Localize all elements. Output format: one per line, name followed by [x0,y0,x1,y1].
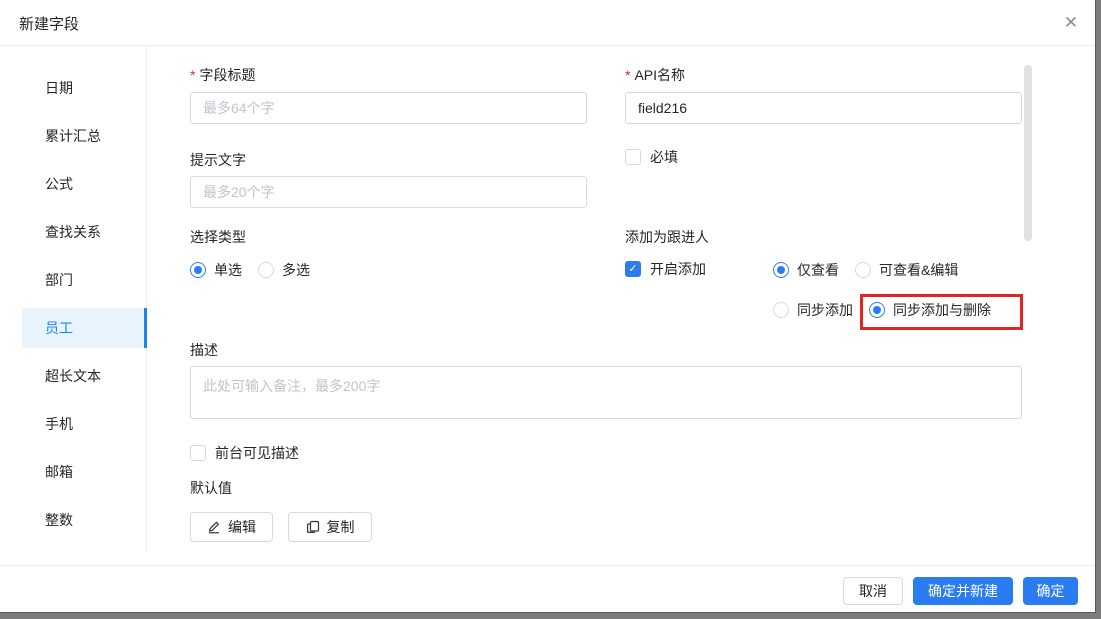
hint-text-label: 提示文字 [190,150,246,170]
hint-text-input[interactable] [190,176,587,208]
radio-option-label: 多选 [282,260,310,280]
confirm-and-new-button[interactable]: 确定并新建 [913,577,1013,605]
sidebar-item[interactable]: 超长文本 [22,356,147,396]
scrollbar-thumb[interactable] [1024,65,1032,241]
select-type-radio-group: 单选 多选 [190,260,326,280]
radio-selected-icon [773,262,789,278]
description-textarea[interactable] [190,366,1022,419]
checkbox-checked-icon[interactable]: ✓ [625,261,641,277]
api-name-label: *API名称 [625,65,685,85]
pencil-icon [207,520,221,534]
api-name-input[interactable] [625,92,1022,124]
add-follower-label: 添加为跟进人 [625,227,709,247]
field-title-input[interactable] [190,92,587,124]
field-type-sidebar: 日期累计汇总公式查找关系部门员工超长文本手机邮箱整数 [0,46,147,552]
sidebar-item[interactable]: 查找关系 [22,212,147,252]
dialog-title: 新建字段 [19,13,79,34]
radio-option-label: 仅查看 [797,260,839,280]
select-type-label: 选择类型 [190,227,246,247]
sidebar-item[interactable]: 公式 [22,164,147,204]
sidebar-item[interactable]: 部门 [22,260,147,300]
copy-button-label: 复制 [327,517,355,537]
enable-add-checkbox-row[interactable]: ✓ 开启添加 [625,259,706,279]
follower-permission-radio-group: 仅查看 可查看&编辑 [773,260,974,280]
checkbox-label: 必填 [650,147,678,167]
checkbox-unchecked-icon[interactable]: ✓ [190,445,206,461]
required-checkbox-row[interactable]: ✓ 必填 [625,147,678,167]
confirm-button[interactable]: 确定 [1023,577,1078,605]
sidebar-item[interactable]: 邮箱 [22,452,147,492]
close-icon[interactable]: ✕ [1058,10,1084,36]
field-title-label: *字段标题 [190,65,255,85]
radio-unselected-icon [258,262,274,278]
default-value-label: 默认值 [190,478,232,498]
copy-default-button[interactable]: 复制 [288,512,372,542]
edit-default-button[interactable]: 编辑 [190,512,273,542]
sidebar-item[interactable]: 员工 [22,308,147,348]
required-asterisk: * [190,67,195,83]
copy-icon [306,520,320,534]
annotation-highlight-box [860,294,1023,330]
required-asterisk: * [625,67,630,83]
cancel-button[interactable]: 取消 [843,577,903,605]
radio-option-label: 可查看&编辑 [879,260,958,280]
radio-selected-icon [190,262,206,278]
sidebar-item[interactable]: 整数 [22,500,147,540]
sidebar-item[interactable]: 累计汇总 [22,116,147,156]
checkbox-label: 开启添加 [650,259,706,279]
radio-option[interactable]: 单选 [190,260,242,280]
radio-unselected-icon [773,302,789,318]
description-label: 描述 [190,340,218,360]
new-field-dialog: 新建字段 ✕ 日期累计汇总公式查找关系部门员工超长文本手机邮箱整数 *字段标题 … [0,0,1096,613]
footer-divider [0,565,1095,566]
checkbox-unchecked-icon[interactable]: ✓ [625,149,641,165]
screen: 新建字段 ✕ 日期累计汇总公式查找关系部门员工超长文本手机邮箱整数 *字段标题 … [0,0,1101,619]
sidebar-item[interactable]: 手机 [22,404,147,444]
sidebar-item[interactable]: 日期 [22,68,147,108]
checkbox-label: 前台可见描述 [215,443,299,463]
radio-option-label: 单选 [214,260,242,280]
edit-button-label: 编辑 [228,517,256,537]
radio-option[interactable]: 多选 [258,260,310,280]
dialog-header: 新建字段 ✕ [0,0,1095,46]
radio-option[interactable]: 可查看&编辑 [855,260,958,280]
radio-option[interactable]: 同步添加 [773,300,853,320]
radio-unselected-icon [855,262,871,278]
radio-option-label: 同步添加 [797,300,853,320]
radio-option[interactable]: 仅查看 [773,260,839,280]
front-visible-desc-checkbox-row[interactable]: ✓ 前台可见描述 [190,443,299,463]
